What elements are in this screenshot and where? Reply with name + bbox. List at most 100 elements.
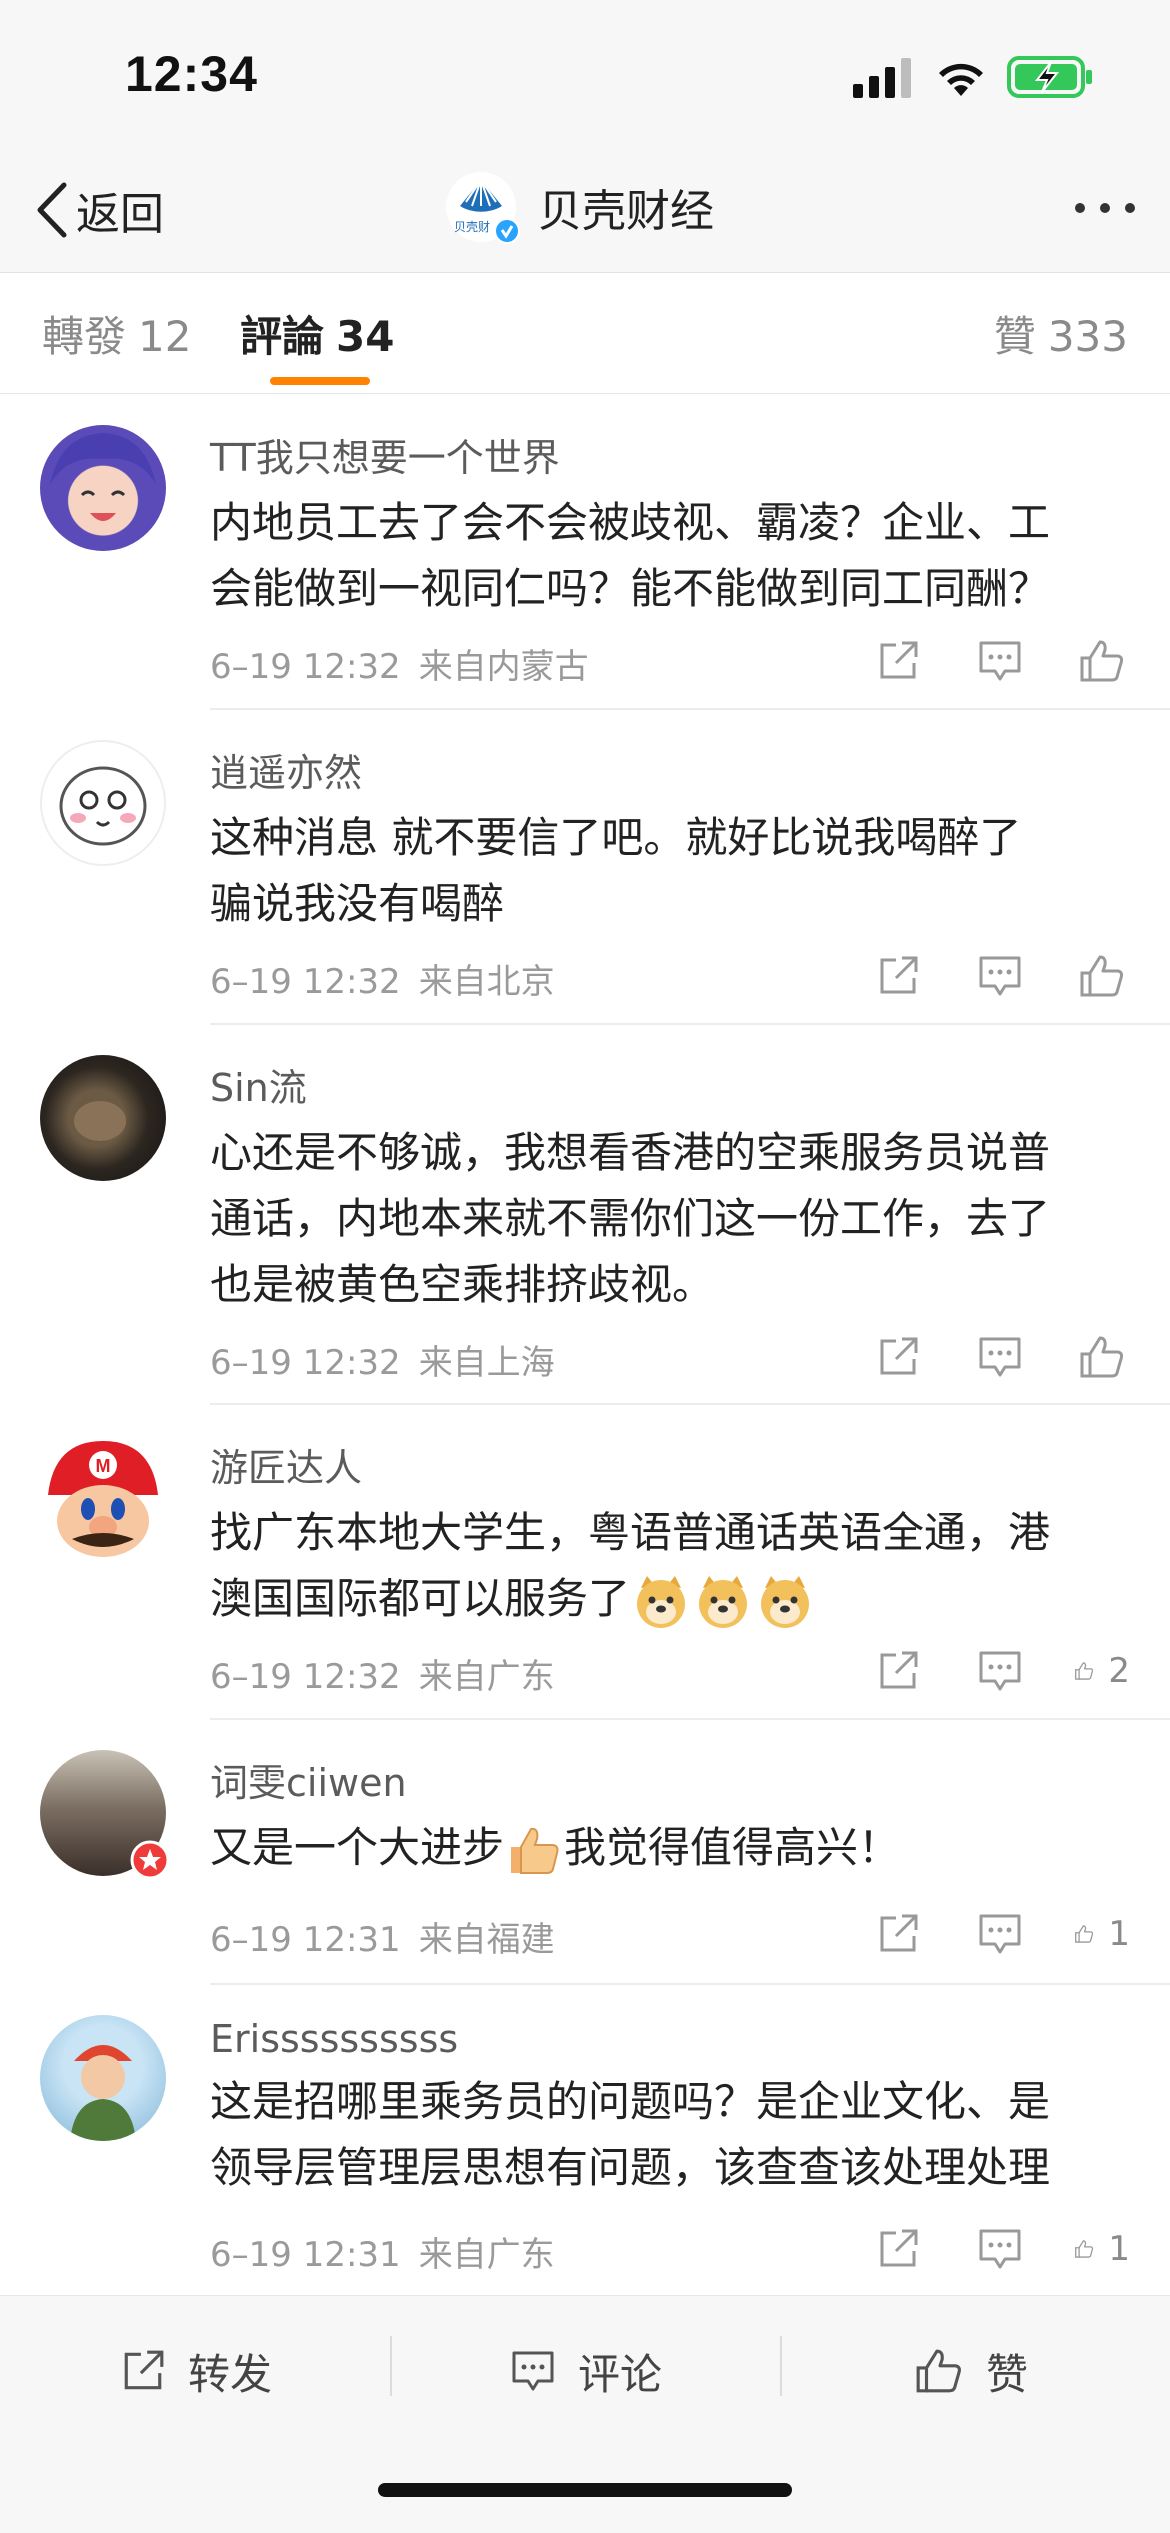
like-button[interactable]: 2 bbox=[1074, 1643, 1130, 1699]
comment-username[interactable]: TT我只想要一个世界 bbox=[210, 427, 1130, 482]
share-icon bbox=[880, 956, 918, 994]
comment-text: 找广东本地大学生，粤语普通话英语全通，港 澳国国际都可以服务了 bbox=[210, 1500, 1130, 1632]
like-post-button[interactable]: 赞 bbox=[914, 2326, 1028, 2416]
bar-divider bbox=[780, 2336, 782, 2396]
share-button[interactable] bbox=[870, 1906, 926, 1962]
tab-likes-label: 贊 bbox=[993, 312, 1036, 361]
member-badge-icon bbox=[130, 1840, 170, 1880]
thumbs-up-icon bbox=[1080, 640, 1124, 682]
like-button[interactable]: 1 bbox=[1074, 1906, 1130, 1962]
thumbs-up-icon bbox=[1075, 1662, 1094, 1680]
comment-text: 又是一个大进步 我觉得值得高兴！ bbox=[210, 1815, 1130, 1881]
like-button[interactable] bbox=[1074, 1329, 1130, 1385]
comment-actions bbox=[824, 946, 1130, 1006]
doge-emoji-icon bbox=[699, 1575, 748, 1628]
comment-text-line: 骗说我没有喝醉 bbox=[210, 879, 505, 928]
thumbs-up-icon bbox=[1075, 2240, 1094, 2258]
comment-item: M 游匠达人 找广东本地大学生，粤语普通话英语全通，港 澳国国际都可以服务了 6… bbox=[0, 1405, 1170, 1720]
reply-button[interactable] bbox=[972, 2221, 1028, 2277]
like-count: 1 bbox=[1108, 2229, 1130, 2269]
comment-username[interactable]: 逍遥亦然 bbox=[210, 742, 1130, 797]
comment-item: 逍遥亦然 这种消息 就不要信了吧。就好比说我喝醉了 骗说我没有喝醉 6–19 1… bbox=[0, 710, 1170, 1025]
doge-emoji-icon bbox=[637, 1575, 686, 1628]
tab-comments-count: 34 bbox=[336, 312, 395, 361]
back-label: 返回 bbox=[76, 189, 164, 240]
share-button[interactable] bbox=[870, 948, 926, 1004]
comment-username[interactable]: Sin流 bbox=[210, 1057, 1130, 1112]
avatar[interactable] bbox=[40, 425, 166, 551]
thumbs-up-icon bbox=[916, 2349, 961, 2393]
avatar[interactable] bbox=[40, 2015, 166, 2141]
more-options-icon[interactable] bbox=[1070, 188, 1140, 228]
child-photo-avatar-icon bbox=[70, 2045, 136, 2141]
comment-text-line: 也是被黄色空乘排挤歧视。 bbox=[210, 1260, 715, 1309]
like-button[interactable] bbox=[1074, 633, 1130, 689]
comment-item: Sin流 心还是不够诚，我想看香港的空乘服务员说普 通话，内地本来就不需你们这一… bbox=[0, 1025, 1170, 1405]
comment-icon bbox=[979, 641, 1021, 681]
cartoon-face-icon bbox=[59, 766, 147, 846]
brand-logo-text: 贝壳财 bbox=[454, 220, 491, 234]
reply-button[interactable] bbox=[972, 948, 1028, 1004]
comment-username[interactable]: 词雯ciiwen bbox=[210, 1752, 1130, 1807]
tab-reposts[interactable]: 轉發 12 bbox=[42, 303, 191, 364]
mario-avatar-icon: M bbox=[48, 1441, 158, 1557]
like-button[interactable] bbox=[1074, 948, 1130, 1004]
wifi-icon bbox=[939, 63, 983, 96]
doge-emoji-group bbox=[630, 1574, 816, 1628]
tab-likes[interactable]: 贊 333 bbox=[994, 303, 1128, 364]
like-count: 2 bbox=[1108, 1651, 1130, 1691]
repost-button[interactable]: 转发 bbox=[120, 2326, 272, 2416]
comment-text-line: 澳国国际都可以服务了 bbox=[210, 1574, 631, 1623]
avatar[interactable] bbox=[40, 1055, 166, 1181]
reply-button[interactable] bbox=[972, 1643, 1028, 1699]
comment-meta: 6–19 12:32 来自北京 bbox=[210, 954, 555, 1003]
back-button[interactable]: 返回 bbox=[34, 175, 164, 245]
svg-text:M: M bbox=[96, 1456, 111, 1476]
thumbs-up-icon bbox=[1080, 955, 1124, 997]
reply-button[interactable] bbox=[972, 1906, 1028, 1962]
comment-text-line: 会能做到一视同仁吗？能不能做到同工同酬？ bbox=[210, 564, 1051, 613]
share-button[interactable] bbox=[870, 1329, 926, 1385]
share-button[interactable] bbox=[870, 2221, 926, 2277]
tab-comments[interactable]: 評論 34 bbox=[240, 303, 394, 364]
thumbs-up-icon bbox=[1075, 1925, 1094, 1943]
comment-username[interactable]: Erissssssssss bbox=[210, 2017, 1130, 2061]
doge-emoji-icon bbox=[761, 1575, 810, 1628]
tab-likes-count: 333 bbox=[1047, 312, 1128, 361]
comment-text-line: 心还是不够诚，我想看香港的空乘服务员说普 bbox=[210, 1128, 1051, 1177]
comment-text: 这种消息 就不要信了吧。就好比说我喝醉了 骗说我没有喝醉 bbox=[210, 805, 1130, 937]
comment-actions bbox=[824, 1327, 1130, 1387]
comment-date: 6–19 12:32 bbox=[210, 647, 401, 687]
like-count: 1 bbox=[1108, 1914, 1130, 1954]
share-icon bbox=[880, 1914, 918, 1952]
share-icon bbox=[880, 1651, 918, 1689]
thumbs-up-emoji-icon bbox=[511, 1827, 559, 1874]
navigation-bar: 返回 贝壳财 贝壳财经 bbox=[0, 150, 1170, 273]
share-button[interactable] bbox=[870, 1643, 926, 1699]
comment-date: 6–19 12:32 bbox=[210, 962, 401, 1002]
bar-divider bbox=[390, 2336, 392, 2396]
share-icon bbox=[880, 641, 918, 679]
comment-actions: 1 bbox=[824, 2219, 1130, 2279]
comment-meta: 6–19 12:32 来自上海 bbox=[210, 1335, 555, 1384]
comment-source: 来自广东 bbox=[418, 1657, 555, 1697]
avatar[interactable] bbox=[40, 740, 166, 866]
tab-reposts-count: 12 bbox=[138, 312, 192, 361]
comment-button[interactable]: 评论 bbox=[510, 2326, 662, 2416]
share-icon bbox=[880, 1337, 918, 1375]
comment-date: 6–19 12:31 bbox=[210, 1920, 401, 1960]
comment-actions: 1 bbox=[824, 1904, 1130, 1964]
like-button[interactable]: 1 bbox=[1074, 2221, 1130, 2277]
account-header[interactable]: 贝壳财 贝壳财经 bbox=[446, 172, 714, 244]
comment-username[interactable]: 游匠达人 bbox=[210, 1437, 1130, 1492]
reply-button[interactable] bbox=[972, 1329, 1028, 1385]
avatar[interactable] bbox=[40, 1750, 170, 1880]
avatar[interactable]: M bbox=[40, 1435, 166, 1561]
home-indicator[interactable] bbox=[378, 2483, 792, 2497]
share-button[interactable] bbox=[870, 633, 926, 689]
comment-meta: 6–19 12:32 来自广东 bbox=[210, 1649, 555, 1698]
comment-item: TT我只想要一个世界 内地员工去了会不会被歧视、霸凌？企业、工 会能做到一视同仁… bbox=[0, 395, 1170, 710]
comment-text-line: 通话，内地本来就不需你们这一份工作，去了 bbox=[210, 1194, 1051, 1243]
reply-button[interactable] bbox=[972, 633, 1028, 689]
comment-icon bbox=[979, 1337, 1021, 1377]
